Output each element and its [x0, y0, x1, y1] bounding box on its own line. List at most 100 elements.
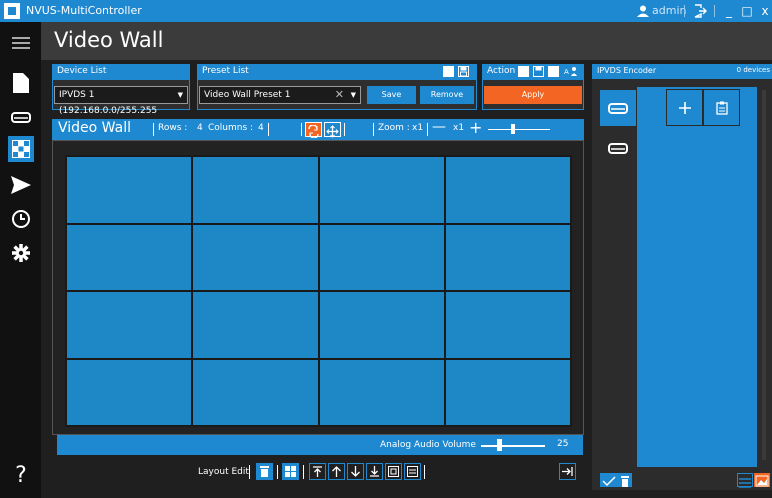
delete-encoder-button[interactable]: [618, 473, 632, 487]
device-icon: [608, 143, 628, 154]
chevron-down-icon: ▼: [177, 91, 183, 99]
app-title: NVUS-MultiController: [26, 4, 142, 17]
wall-cell[interactable]: [67, 157, 192, 223]
zoom-slider-thumb[interactable]: [511, 124, 515, 134]
clock-icon[interactable]: [8, 206, 34, 232]
wall-cell[interactable]: [445, 292, 570, 358]
audio-volume-slider[interactable]: [481, 445, 545, 447]
checkbox-icon[interactable]: [443, 66, 454, 77]
move-mode-button[interactable]: [324, 122, 341, 138]
fit-button[interactable]: [385, 463, 402, 480]
move-top-button[interactable]: [309, 463, 326, 480]
grid-layout-button[interactable]: [282, 463, 299, 480]
delete-layout-button[interactable]: [256, 463, 273, 480]
encoder-scrollbar[interactable]: [760, 82, 768, 472]
wall-cell[interactable]: [445, 224, 570, 290]
wall-cell[interactable]: [67, 224, 192, 290]
divider: [303, 465, 304, 479]
align-button[interactable]: [404, 463, 421, 480]
save-preset-icon[interactable]: [458, 66, 469, 77]
encoder-tab-2[interactable]: [600, 130, 636, 166]
close-button[interactable]: x: [756, 2, 772, 20]
logout-icon[interactable]: [693, 4, 707, 18]
divider: [153, 123, 154, 136]
page-header: Video Wall: [41, 22, 772, 60]
move-bottom-button[interactable]: [366, 463, 383, 480]
check-icon: [602, 476, 616, 487]
divider: [301, 123, 302, 136]
send-icon[interactable]: [8, 172, 34, 198]
move-down-button[interactable]: [347, 463, 364, 480]
paste-encoder-button[interactable]: [703, 89, 740, 126]
divider: [427, 123, 428, 136]
apply-button[interactable]: Apply: [484, 86, 582, 104]
zoom-slider[interactable]: [488, 129, 550, 130]
encoder-title: IPVDS Encoder: [597, 66, 657, 75]
maximize-button[interactable]: □: [738, 2, 756, 20]
help-icon[interactable]: ?: [8, 462, 34, 488]
divider: [714, 5, 715, 17]
wall-cell[interactable]: [193, 292, 318, 358]
device-list-header: Device List: [52, 64, 190, 79]
list-icon: [739, 478, 751, 488]
list-view-button[interactable]: [737, 473, 753, 488]
gear-icon[interactable]: [8, 240, 34, 266]
wall-cell[interactable]: [67, 359, 192, 425]
device-icon[interactable]: [8, 104, 34, 130]
rows-value[interactable]: 4: [197, 123, 203, 133]
wall-cell[interactable]: [193, 359, 318, 425]
add-encoder-button[interactable]: [666, 89, 703, 126]
device-icon: [608, 103, 628, 114]
user-name[interactable]: admin: [652, 4, 686, 17]
save-action-icon[interactable]: [533, 66, 544, 77]
action-title: Action: [487, 66, 516, 76]
remove-button[interactable]: Remove: [420, 86, 474, 104]
grid-icon: [285, 466, 296, 477]
wall-cell[interactable]: [319, 292, 444, 358]
swap-mode-button[interactable]: [305, 122, 322, 139]
wall-cell[interactable]: [445, 359, 570, 425]
audio-volume-value: 25: [557, 439, 569, 449]
wall-cell[interactable]: [319, 359, 444, 425]
checkbox-icon[interactable]: [518, 66, 529, 77]
wall-cell[interactable]: [67, 292, 192, 358]
title-bar: NVUS-MultiController admin _ □ x: [0, 0, 772, 22]
trash-icon: [260, 466, 269, 477]
wall-cell[interactable]: [445, 157, 570, 223]
divider: [268, 123, 269, 136]
columns-value[interactable]: 4: [258, 123, 264, 133]
video-wall-title: Video Wall: [58, 120, 131, 136]
wall-cell[interactable]: [193, 157, 318, 223]
document-icon[interactable]: [8, 70, 34, 96]
encoder-content: [637, 87, 757, 467]
zoom-value: x1: [412, 123, 424, 133]
thumbnail-view-button[interactable]: [754, 473, 770, 487]
audio-volume-thumb[interactable]: [497, 439, 502, 451]
collapse-panel-button[interactable]: [559, 463, 576, 480]
move-up-button[interactable]: [328, 463, 345, 480]
text-user-icon[interactable]: A: [564, 66, 578, 77]
preset-select[interactable]: Video Wall Preset 1 ✕ ▼: [199, 86, 361, 104]
zoom-in-button[interactable]: +: [469, 118, 482, 137]
device-select[interactable]: IPVDS 1 (192.168.0.0/255.255 ▼: [54, 86, 188, 116]
minimize-button[interactable]: _: [720, 2, 738, 20]
encoder-scrollbar-thumb[interactable]: [762, 90, 766, 460]
encoder-count: 0 devices: [736, 66, 770, 74]
wall-cell[interactable]: [319, 224, 444, 290]
wall-cell[interactable]: [319, 157, 444, 223]
zoom-out-button[interactable]: —: [432, 119, 446, 135]
action-header: Action A: [482, 64, 584, 79]
select-all-button[interactable]: [600, 473, 618, 487]
wall-cell[interactable]: [193, 224, 318, 290]
audio-volume-label: Analog Audio Volume: [380, 440, 476, 450]
divider: [373, 123, 374, 136]
checkbox-icon[interactable]: [548, 66, 559, 77]
chevron-down-icon: ▼: [350, 91, 356, 99]
move-icon: [326, 125, 339, 138]
encoder-tab-1[interactable]: [600, 90, 636, 126]
video-wall-icon[interactable]: [8, 136, 34, 162]
save-button[interactable]: Save: [367, 86, 416, 104]
user-icon: [637, 5, 649, 17]
menu-icon[interactable]: [8, 30, 34, 56]
clear-icon[interactable]: ✕: [335, 87, 344, 103]
